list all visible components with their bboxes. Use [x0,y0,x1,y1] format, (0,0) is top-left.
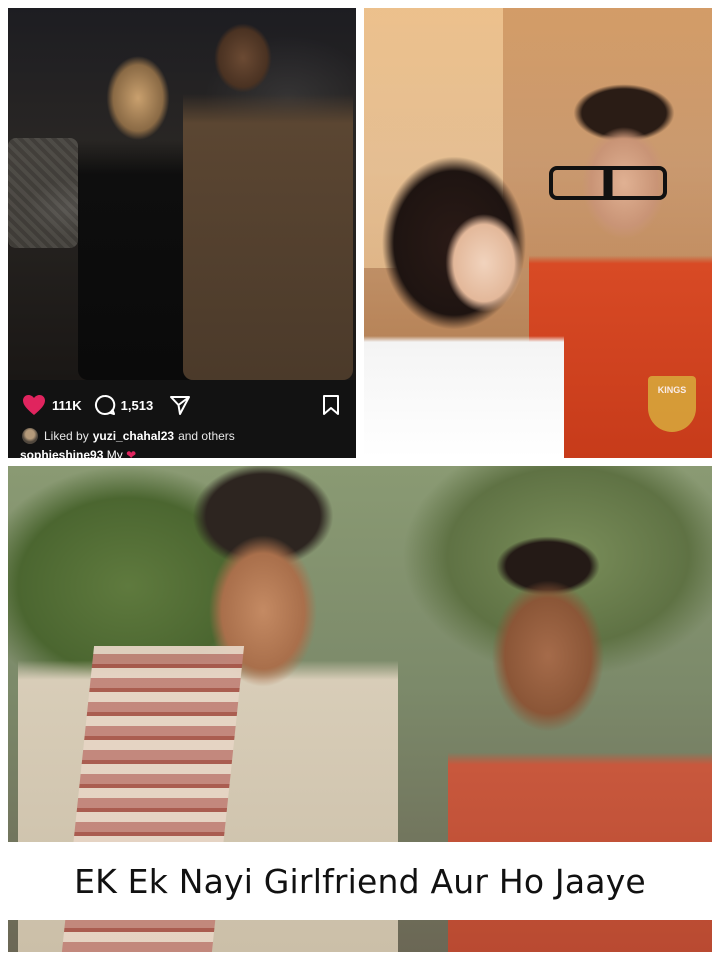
glasses [549,166,667,200]
action-row: 111K 1,513 [22,392,191,418]
post-actions: 111K 1,513 Liked by yuzi_chahal23 and ot… [8,380,356,458]
comment-count: 1,513 [120,397,154,413]
liked-by-suffix[interactable]: and others [178,429,235,443]
liker-avatar[interactable] [22,428,38,444]
person-woman [78,38,198,380]
post-caption: sophieshine93 My ❤ [20,448,136,458]
chair-background [8,138,78,248]
couple-selfie-photo: KINGS [364,8,712,458]
send-icon[interactable] [169,394,191,416]
comment-icon[interactable] [94,394,116,416]
jersey-badge: KINGS [648,376,696,432]
caption-heart-emoji: ❤ [126,448,137,458]
person-man [183,13,353,380]
bookmark-icon[interactable] [322,394,340,416]
liked-by-prefix: Liked by [44,429,89,443]
woman-in-white [364,153,564,458]
caption-text: My [106,448,123,458]
instagram-post: 111K 1,513 Liked by yuzi_chahal23 and ot… [8,8,356,458]
liked-by-line: Liked by yuzi_chahal23 and others [22,428,235,444]
caption-username[interactable]: sophieshine93 [20,448,103,458]
like-count: 111K [52,397,82,413]
meme-collage: 111K 1,513 Liked by yuzi_chahal23 and ot… [0,0,720,960]
meme-caption: EK Ek Nayi Girlfriend Aur Ho Jaaye [74,861,646,901]
liked-by-user[interactable]: yuzi_chahal23 [93,429,174,443]
post-photo [8,8,356,380]
heart-icon[interactable] [22,394,46,416]
caption-bar: EK Ek Nayi Girlfriend Aur Ho Jaaye [0,842,720,920]
